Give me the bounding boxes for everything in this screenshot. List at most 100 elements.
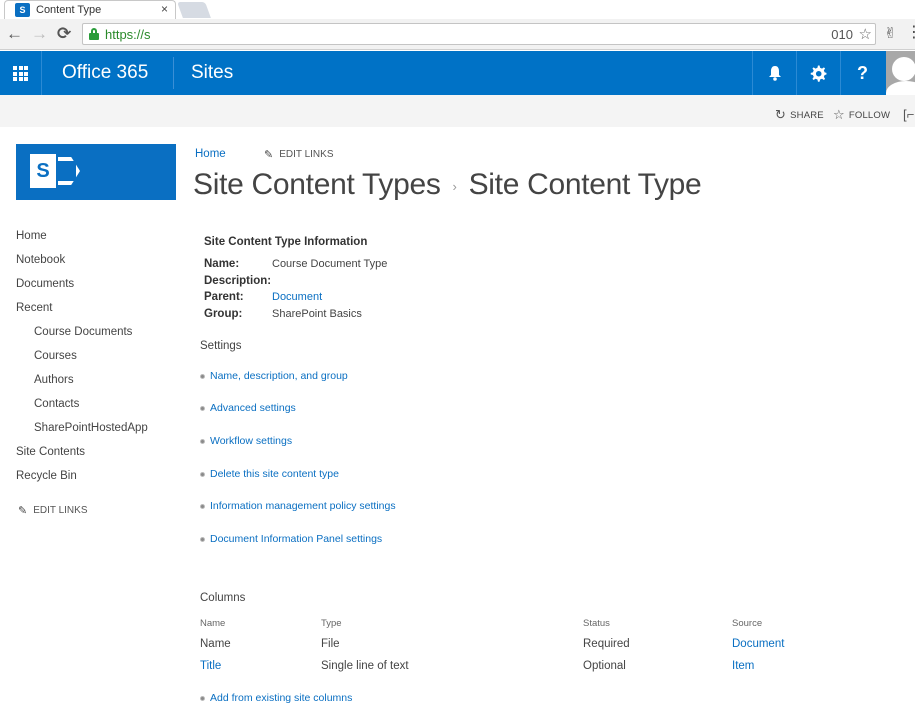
tab-title: Content Type xyxy=(36,4,102,16)
bullet-icon xyxy=(200,503,205,509)
name-value: Course Document Type xyxy=(272,258,388,270)
topnav-home-link[interactable]: Home xyxy=(195,148,226,160)
bullet-icon xyxy=(200,438,205,444)
notifications-button[interactable] xyxy=(752,51,796,95)
sidebar-item-sharepointhostedapp[interactable]: SharePointHostedApp xyxy=(34,422,148,434)
setting-advanced[interactable]: Advanced settings xyxy=(200,402,296,414)
breadcrumb-site-content-types[interactable]: Site Content Types xyxy=(193,168,441,201)
sidebar-item-courses[interactable]: Courses xyxy=(34,350,77,362)
sidebar-item-recycle-bin[interactable]: Recycle Bin xyxy=(16,470,77,482)
browser-menu-icon[interactable]: ⋮ xyxy=(906,22,915,42)
settings-button[interactable] xyxy=(796,51,840,95)
focus-content-button[interactable]: [⌐ xyxy=(903,107,915,122)
bell-icon xyxy=(768,66,781,81)
parent-label: Parent: xyxy=(204,291,244,303)
bullet-icon xyxy=(200,536,205,542)
browser-toolbar: ← → ⟳ https://s 010 ☆ ✌ ⋮ xyxy=(0,19,915,50)
column-type: File xyxy=(321,638,340,650)
sidebar-item-recent[interactable]: Recent xyxy=(16,302,52,314)
group-label: Group: xyxy=(204,308,243,320)
star-icon: ☆ xyxy=(833,107,845,122)
setting-label: Delete this site content type xyxy=(210,468,339,480)
info-title: Site Content Type Information xyxy=(204,236,368,248)
gear-icon xyxy=(810,65,827,82)
bookmark-star-icon[interactable]: ☆ xyxy=(859,25,872,43)
app-launcher-button[interactable] xyxy=(0,51,42,95)
bullet-icon xyxy=(200,471,205,477)
back-arrow-icon[interactable]: ← xyxy=(6,24,23,44)
setting-document-information-panel[interactable]: Document Information Panel settings xyxy=(200,533,382,545)
setting-label: Advanced settings xyxy=(210,402,296,414)
extension-icon[interactable]: ✌ xyxy=(884,24,897,42)
site-logo[interactable]: S xyxy=(16,144,176,200)
add-existing-site-columns-link[interactable]: Add from existing site columns xyxy=(200,692,352,704)
column-status: Required xyxy=(583,638,630,650)
bullet-icon xyxy=(200,695,205,701)
setting-label: Workflow settings xyxy=(210,435,293,447)
url-tail-text: 010 xyxy=(831,27,853,42)
topnav-edit-links[interactable]: ✎ EDIT LINKS xyxy=(264,148,334,161)
browser-tabstrip: S Content Type × xyxy=(0,0,915,19)
settings-heading: Settings xyxy=(200,340,242,352)
description-label: Description: xyxy=(204,275,272,287)
sharepoint-logo-icon: S xyxy=(30,154,56,188)
ribbon-bar: ↻ SHARE ☆ FOLLOW [⌐ xyxy=(0,95,915,127)
share-label: SHARE xyxy=(790,109,824,121)
sidebar-item-course-documents[interactable]: Course Documents xyxy=(34,326,132,338)
column-header-source: Source xyxy=(732,618,763,629)
sidebar-item-documents[interactable]: Documents xyxy=(16,278,74,290)
lock-icon xyxy=(89,28,99,40)
question-mark-icon: ? xyxy=(857,62,868,83)
sites-link[interactable]: Sites xyxy=(191,62,233,84)
column-status: Optional xyxy=(583,660,626,672)
setting-information-management-policy[interactable]: Information management policy settings xyxy=(200,500,396,512)
share-button[interactable]: ↻ SHARE xyxy=(775,107,824,123)
follow-label: FOLLOW xyxy=(848,109,891,121)
column-source-link[interactable]: Document xyxy=(732,638,784,650)
new-tab-button[interactable] xyxy=(177,2,211,18)
pencil-icon: ✎ xyxy=(18,505,28,517)
sidebar-edit-links[interactable]: ✎ EDIT LINKS xyxy=(18,504,88,517)
columns-heading: Columns xyxy=(200,592,246,604)
column-name-link[interactable]: Title xyxy=(200,660,221,672)
edit-links-label: EDIT LINKS xyxy=(33,505,88,516)
group-value: SharePoint Basics xyxy=(272,308,362,320)
setting-label: Information management policy settings xyxy=(210,500,396,512)
sharepoint-logo-arrow xyxy=(58,157,80,185)
setting-delete-content-type[interactable]: Delete this site content type xyxy=(200,468,339,480)
setting-name-description-group[interactable]: Name, description, and group xyxy=(200,370,348,382)
breadcrumb-separator-icon: › xyxy=(452,178,457,194)
pencil-icon: ✎ xyxy=(264,149,274,161)
user-avatar[interactable] xyxy=(886,51,915,95)
setting-workflow[interactable]: Workflow settings xyxy=(200,435,292,447)
bullet-icon xyxy=(200,373,205,379)
forward-arrow-icon[interactable]: → xyxy=(31,24,48,44)
edit-links-label: EDIT LINKS xyxy=(279,149,334,160)
sidebar-item-authors[interactable]: Authors xyxy=(34,374,74,386)
column-name: Name xyxy=(200,638,231,650)
follow-button[interactable]: ☆ FOLLOW xyxy=(833,107,890,123)
setting-label: Document Information Panel settings xyxy=(210,533,383,545)
office365-brand-link[interactable]: Office 365 xyxy=(62,62,148,84)
breadcrumb-current: Site Content Type xyxy=(468,168,702,201)
url-text: https://s xyxy=(105,27,151,42)
reload-icon[interactable]: ⟳ xyxy=(57,24,71,44)
sidebar-item-home[interactable]: Home xyxy=(16,230,47,242)
parent-link[interactable]: Document xyxy=(272,291,322,303)
browser-tab[interactable]: S Content Type × xyxy=(4,0,176,19)
column-header-status: Status xyxy=(583,618,610,629)
waffle-icon xyxy=(13,66,28,81)
column-source-link[interactable]: Item xyxy=(732,660,754,672)
sidebar-item-contacts[interactable]: Contacts xyxy=(34,398,79,410)
help-button[interactable]: ? xyxy=(840,51,884,95)
tab-close-icon[interactable]: × xyxy=(161,2,168,16)
suite-bar: Office 365 Sites ? xyxy=(0,51,915,95)
sidebar-item-notebook[interactable]: Notebook xyxy=(16,254,65,266)
address-bar[interactable]: https://s 010 ☆ xyxy=(82,23,876,45)
suite-divider xyxy=(173,57,174,89)
sidebar-item-site-contents[interactable]: Site Contents xyxy=(16,446,85,458)
focus-icon: [⌐ xyxy=(903,107,915,122)
column-header-type: Type xyxy=(321,618,342,629)
setting-label: Name, description, and group xyxy=(210,370,348,382)
name-label: Name: xyxy=(204,258,240,270)
